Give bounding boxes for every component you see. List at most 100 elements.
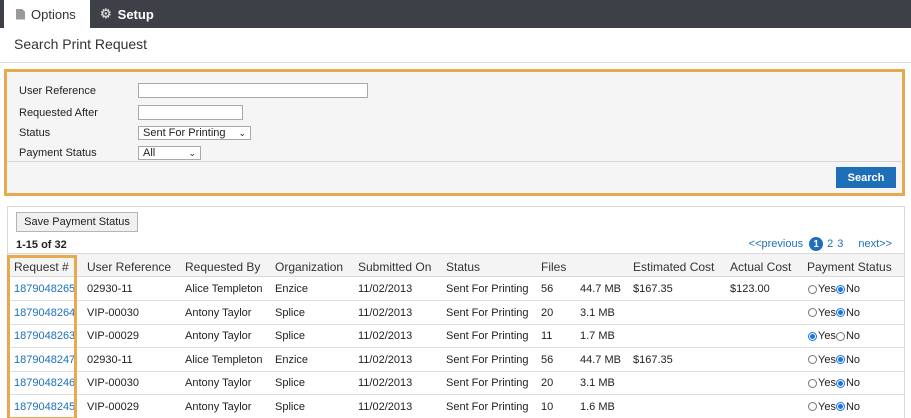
tab-options[interactable]: Options bbox=[4, 0, 90, 28]
column-header-actual-cost[interactable]: Actual Cost bbox=[730, 260, 791, 274]
column-header-user-reference[interactable]: User Reference bbox=[87, 260, 171, 274]
organization-cell: Splice bbox=[275, 306, 305, 319]
tab-options-label: Options bbox=[31, 6, 76, 22]
user-reference-input[interactable] bbox=[138, 83, 368, 98]
requested-by-cell: Alice Templeton bbox=[185, 353, 263, 366]
paid-yes-label: Yes bbox=[818, 283, 836, 295]
file-size-cell: 44.7 MB bbox=[580, 283, 621, 295]
paid-no-radio[interactable] bbox=[835, 308, 845, 317]
paid-yes-radio[interactable] bbox=[808, 402, 817, 411]
tab-setup[interactable]: ⚙ Setup bbox=[100, 0, 154, 28]
column-header-status[interactable]: Status bbox=[446, 260, 480, 274]
column-header-payment-status[interactable]: Payment Status bbox=[807, 260, 892, 274]
file-size-cell: 3.1 MB bbox=[580, 377, 615, 389]
paid-no-radio[interactable] bbox=[835, 378, 845, 388]
files-count-cell: 56 bbox=[541, 283, 554, 295]
user-reference-cell: 02930-11 bbox=[87, 353, 133, 366]
column-header-files[interactable]: Files bbox=[541, 260, 566, 274]
requested-after-row: Requested After bbox=[19, 105, 243, 120]
page-title: Search Print Request bbox=[14, 36, 148, 52]
table-row: 1879048263 VIP-00029 Antony Taylor Splice 11… bbox=[8, 325, 904, 348]
column-header-submitted-on[interactable]: Submitted On bbox=[358, 260, 431, 274]
user-reference-row: User Reference bbox=[19, 83, 368, 98]
table-header: Request # User Reference Requested By Or… bbox=[8, 253, 904, 277]
status-cell: Sent For Printing bbox=[446, 400, 529, 413]
submitted-on-cell: 11/02/2013 bbox=[358, 330, 413, 342]
status-select[interactable]: Sent For Printing ⌄ bbox=[138, 126, 251, 140]
column-header-estimated-cost[interactable]: Estimated Cost bbox=[633, 260, 714, 274]
save-payment-status-button[interactable]: Save Payment Status bbox=[16, 212, 138, 232]
table-row: 1879048245 VIP-00029 Antony Taylor Splice 11… bbox=[8, 396, 904, 418]
tab-bar: Options ⚙ Setup bbox=[0, 0, 911, 28]
files-count-cell: 10 bbox=[541, 400, 554, 413]
status-label: Status bbox=[19, 127, 51, 139]
column-header-requested-by[interactable]: Requested By bbox=[185, 260, 260, 274]
organization-cell: Splice bbox=[275, 330, 305, 342]
results-panel: Save Payment Status 1-15 of 32 <<previou… bbox=[7, 206, 905, 418]
payment-status-select-value: All bbox=[143, 147, 156, 159]
paid-no-label: No bbox=[845, 400, 861, 413]
requested-by-cell: Alice Templeton bbox=[185, 283, 263, 295]
search-button[interactable]: Search bbox=[836, 167, 896, 188]
user-reference-cell: VIP-00030 bbox=[87, 377, 139, 389]
user-reference-cell: VIP-00029 bbox=[87, 400, 139, 413]
request-link[interactable]: 1879048247 bbox=[14, 354, 75, 366]
column-header-organization[interactable]: Organization bbox=[275, 260, 343, 274]
paid-no-label: No bbox=[845, 377, 861, 389]
pager-next[interactable]: next>> bbox=[858, 238, 892, 250]
requested-by-cell: Antony Taylor bbox=[185, 306, 252, 319]
pager-page-3[interactable]: 3 bbox=[837, 238, 843, 250]
file-size-cell: 1.6 MB bbox=[580, 400, 615, 413]
paid-yes-radio[interactable] bbox=[808, 331, 817, 341]
paid-no-label: No bbox=[845, 330, 861, 342]
title-divider bbox=[0, 62, 911, 63]
table-row: 1879048265 02930-11 Alice Templeton Enzice 1… bbox=[8, 278, 904, 301]
pager-page-2[interactable]: 2 bbox=[827, 238, 833, 250]
table-row: 1879048247 02930-11 Alice Templeton Enzice 1… bbox=[8, 349, 904, 372]
pagination: <<previous 1 2 3 next>> bbox=[745, 237, 892, 251]
request-link[interactable]: 1879048264 bbox=[14, 307, 75, 319]
paid-yes-radio[interactable] bbox=[808, 308, 817, 317]
paid-yes-radio[interactable] bbox=[808, 355, 817, 364]
chevron-down-icon: ⌄ bbox=[188, 147, 196, 158]
paid-yes-label: Yes bbox=[818, 353, 836, 366]
pager-previous[interactable]: <<previous bbox=[749, 238, 803, 250]
file-size-cell: 44.7 MB bbox=[580, 353, 621, 366]
paid-no-radio[interactable] bbox=[835, 331, 845, 341]
file-size-cell: 1.7 MB bbox=[580, 330, 615, 342]
tab-setup-label: Setup bbox=[117, 6, 154, 22]
paid-no-radio[interactable] bbox=[835, 402, 845, 411]
actual-cost-cell: $123.00 bbox=[730, 283, 770, 295]
files-count-cell: 20 bbox=[541, 377, 554, 389]
submitted-on-cell: 11/02/2013 bbox=[358, 377, 413, 389]
pager-page-current[interactable]: 1 bbox=[809, 237, 824, 251]
payment-status-radios: Yes No bbox=[808, 401, 860, 413]
request-link[interactable]: 1879048246 bbox=[14, 377, 75, 389]
paid-yes-label: Yes bbox=[818, 306, 836, 319]
organization-cell: Enzice bbox=[275, 283, 309, 295]
paid-no-radio[interactable] bbox=[835, 355, 845, 364]
paid-yes-radio[interactable] bbox=[808, 378, 817, 388]
organization-cell: Splice bbox=[275, 377, 305, 389]
status-cell: Sent For Printing bbox=[446, 330, 529, 342]
submitted-on-cell: 11/02/2013 bbox=[358, 353, 413, 366]
table-row: 1879048264 VIP-00030 Antony Taylor Splice 11… bbox=[8, 302, 904, 325]
estimated-cost-cell: $167.35 bbox=[633, 283, 673, 295]
paid-yes-label: Yes bbox=[818, 377, 836, 389]
user-reference-cell: VIP-00030 bbox=[87, 306, 139, 319]
request-link[interactable]: 1879048263 bbox=[14, 330, 75, 342]
payment-status-radios: Yes No bbox=[808, 307, 860, 319]
request-link[interactable]: 1879048265 bbox=[14, 283, 75, 295]
column-header-request[interactable]: Request # bbox=[14, 260, 69, 274]
payment-status-radios: Yes No bbox=[808, 330, 860, 342]
request-link[interactable]: 1879048245 bbox=[14, 401, 75, 413]
payment-status-select[interactable]: All ⌄ bbox=[138, 146, 201, 160]
requested-after-input[interactable] bbox=[138, 105, 243, 120]
user-reference-label: User Reference bbox=[19, 84, 97, 97]
paid-no-radio[interactable] bbox=[835, 284, 845, 294]
chevron-down-icon: ⌄ bbox=[238, 127, 246, 138]
paid-no-label: No bbox=[845, 283, 861, 295]
user-reference-cell: 02930-11 bbox=[87, 283, 133, 295]
requested-after-label: Requested After bbox=[19, 106, 98, 119]
paid-yes-radio[interactable] bbox=[808, 284, 817, 294]
